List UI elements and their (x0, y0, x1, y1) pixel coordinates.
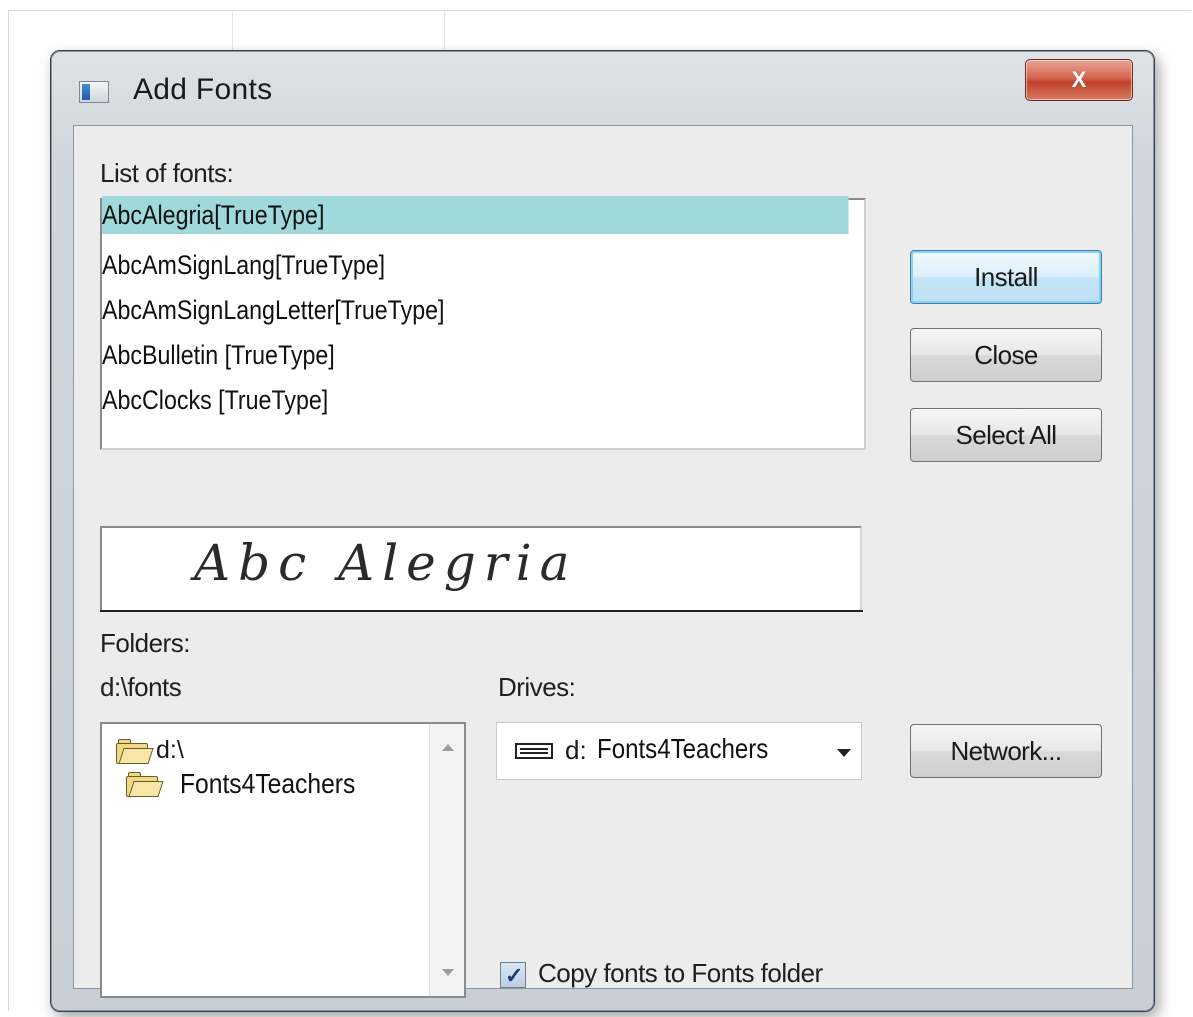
font-list-item[interactable]: AbcClocks [TrueType] (102, 381, 328, 419)
preview-underline (100, 610, 863, 612)
close-window-button[interactable]: X (1025, 59, 1133, 101)
font-list-item[interactable]: AbcBulletin [TrueType] (102, 336, 335, 374)
font-preview: Abc Alegria (100, 526, 862, 610)
drives-dropdown[interactable]: d: Fonts4Teachers (496, 722, 862, 780)
close-button[interactable]: Close (910, 328, 1102, 382)
copy-fonts-label: Copy fonts to Fonts folder (538, 958, 823, 988)
font-preview-text: Abc Alegria (194, 534, 578, 592)
dialog-body: List of fonts: AbcAlegria[TrueType] AbcA… (73, 125, 1133, 998)
scroll-down-icon[interactable] (442, 969, 454, 976)
select-all-button[interactable]: Select All (910, 408, 1102, 462)
add-fonts-dialog: Add Fonts X List of fonts: AbcAlegria[Tr… (50, 50, 1155, 1012)
folder-item-label: Fonts4Teachers (180, 768, 356, 799)
font-list-item[interactable]: AbcAmSignLangLetter[TrueType] (102, 291, 444, 329)
scroll-up-icon[interactable] (442, 744, 454, 751)
font-list-item-selected[interactable]: AbcAlegria[TrueType] (102, 196, 849, 234)
font-list[interactable]: AbcAlegria[TrueType] AbcAmSignLang[TrueT… (100, 196, 866, 450)
open-folder-icon (126, 772, 164, 797)
folder-tree[interactable]: d:\ Fonts4Teachers (100, 722, 466, 998)
folder-item-label: d:\ (156, 736, 184, 764)
background-divider (232, 10, 233, 52)
title-bar[interactable]: Add Fonts X (51, 51, 1154, 126)
drive-icon (515, 743, 553, 759)
folder-item-fonts4teachers[interactable]: Fonts4Teachers (126, 768, 379, 800)
window-title: Add Fonts (133, 73, 273, 106)
background-divider (444, 10, 445, 52)
checkmark-icon: ✓ (505, 963, 524, 988)
window-icon (79, 81, 109, 103)
open-folder-icon (116, 738, 154, 764)
chevron-down-icon[interactable] (837, 749, 851, 757)
current-folder-path: d:\fonts (100, 672, 182, 702)
drive-name: Fonts4Teachers (597, 733, 769, 764)
font-list-item[interactable]: AbcAmSignLang[TrueType] (102, 246, 385, 284)
folder-scrollbar[interactable] (429, 724, 464, 996)
folder-item-root[interactable]: d:\ (116, 736, 184, 765)
copy-fonts-checkbox[interactable]: ✓ (500, 962, 526, 988)
install-button[interactable]: Install (910, 250, 1102, 304)
drive-letter: d: (565, 735, 587, 765)
font-list-label: List of fonts: (100, 158, 234, 188)
drives-label: Drives: (498, 672, 576, 702)
folders-label: Folders: (100, 628, 190, 658)
network-button[interactable]: Network... (910, 724, 1102, 778)
